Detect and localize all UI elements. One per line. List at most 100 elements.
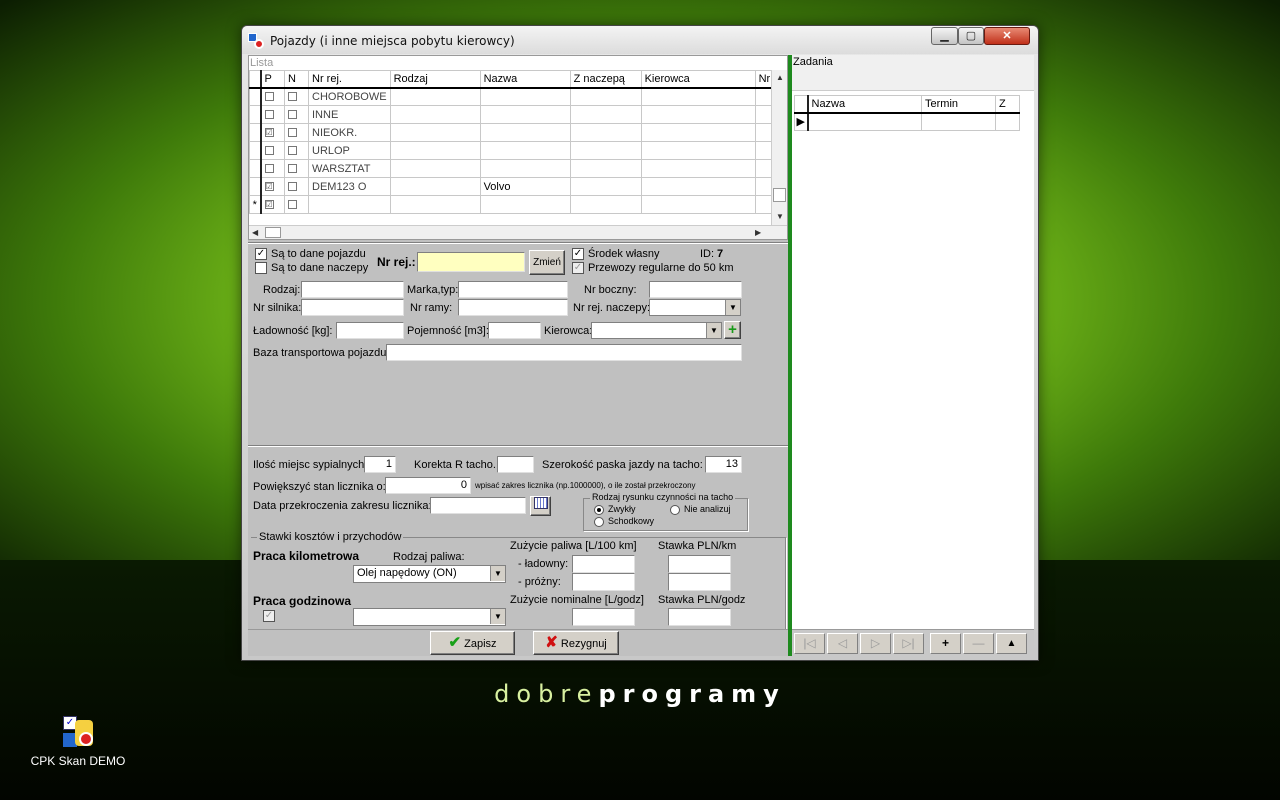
fuel-empty-input[interactable] — [572, 573, 635, 591]
nav-insert-button[interactable]: + — [930, 633, 961, 654]
row-header[interactable] — [249, 141, 262, 160]
hour-fuel-select[interactable]: ▼ — [353, 608, 506, 626]
row-checkbox-n[interactable] — [288, 182, 297, 192]
cell-nr-rej[interactable]: DEM123 O — [308, 177, 391, 196]
nav-prev-button[interactable]: ◁ — [827, 633, 858, 654]
cell-nr-rej[interactable]: CHOROBOWE — [308, 87, 391, 106]
col-header-z-naczepa[interactable]: Z naczepą — [569, 70, 642, 89]
cell-z-naczepa[interactable] — [569, 87, 642, 106]
cell-nazwa[interactable] — [479, 159, 571, 178]
cell-kierowca[interactable] — [640, 87, 756, 106]
cell-nazwa[interactable] — [479, 105, 571, 124]
cell-nr-rej[interactable]: URLOP — [308, 141, 391, 160]
save-button[interactable]: ✔ Zapisz — [430, 631, 515, 655]
scroll-thumb[interactable] — [773, 188, 786, 202]
chevron-down-icon[interactable]: ▼ — [706, 323, 721, 338]
row-checkbox-n[interactable] — [288, 164, 297, 174]
radio-schodkowy[interactable] — [594, 517, 604, 527]
chevron-down-icon[interactable]: ▼ — [725, 300, 740, 315]
scroll-left-icon[interactable]: ◀ — [252, 228, 258, 237]
regular-transport-checkbox[interactable]: ✓ — [572, 262, 584, 274]
cell-rodzaj[interactable] — [389, 105, 481, 124]
range-date-input[interactable] — [430, 497, 526, 514]
col-header-task-name[interactable]: Nazwa — [807, 95, 922, 114]
row-header[interactable] — [249, 177, 262, 196]
beds-input[interactable]: 1 — [364, 456, 396, 473]
cell-z-naczepa[interactable] — [569, 123, 642, 142]
driver-select[interactable]: ▼ — [591, 322, 722, 339]
cell-nazwa[interactable]: Volvo — [479, 177, 571, 196]
row-checkbox-n[interactable] — [288, 92, 297, 102]
row-checkbox-p[interactable]: ☑ — [264, 182, 274, 192]
pojemnosc-input[interactable] — [488, 322, 541, 339]
change-button[interactable]: Zmień — [529, 250, 565, 275]
fuel-loaded-input[interactable] — [572, 555, 635, 573]
cell-rodzaj[interactable] — [389, 159, 481, 178]
rate-loaded-input[interactable] — [668, 555, 731, 573]
col-header-nr-rej[interactable]: Nr rej. — [308, 70, 391, 89]
chevron-down-icon[interactable]: ▼ — [490, 566, 505, 581]
cell-rodzaj[interactable] — [389, 177, 481, 196]
cell-kierowca[interactable] — [640, 159, 756, 178]
scroll-right-icon[interactable]: ▶ — [755, 228, 761, 237]
cell-task-name[interactable] — [807, 112, 922, 131]
cancel-button[interactable]: ✘ Rezygnuj — [533, 631, 619, 655]
nav-last-button[interactable]: ▷| — [893, 633, 924, 654]
row-header[interactable] — [249, 123, 262, 142]
nr-boczny-input[interactable] — [649, 281, 742, 298]
nav-delete-button[interactable]: — — [963, 633, 994, 654]
cell-kierowca[interactable] — [640, 123, 756, 142]
maximize-button[interactable]: ▢ — [958, 27, 984, 45]
correction-input[interactable] — [497, 456, 534, 473]
cell-z-naczepa[interactable] — [569, 195, 642, 214]
rodzaj-input[interactable] — [301, 281, 404, 298]
row-header[interactable] — [249, 105, 262, 124]
radio-nie-analizuj[interactable] — [670, 505, 680, 515]
table-row[interactable]: ☑ NIEOKR. — [249, 123, 775, 142]
table-row[interactable]: CHOROBOWE — [249, 87, 775, 106]
row-checkbox-p[interactable] — [264, 146, 274, 156]
cell-kierowca[interactable] — [640, 105, 756, 124]
row-checkbox-p[interactable] — [264, 164, 274, 174]
cell-nazwa[interactable] — [479, 141, 571, 160]
nr-rej-input[interactable] — [417, 252, 525, 272]
baza-input[interactable] — [386, 344, 742, 361]
cell-task-due[interactable] — [921, 112, 996, 131]
rate-empty-input[interactable] — [668, 573, 731, 591]
nominal-usage-input[interactable] — [572, 608, 635, 626]
add-driver-button[interactable]: + — [724, 321, 741, 339]
cell-nr-rej[interactable]: NIEOKR. — [308, 123, 391, 142]
nav-first-button[interactable]: |◁ — [794, 633, 825, 654]
table-row[interactable]: URLOP — [249, 141, 775, 160]
cell-nr-rej[interactable] — [308, 195, 391, 214]
scroll-down-icon[interactable]: ▼ — [776, 212, 784, 221]
cell-rodzaj[interactable] — [389, 141, 481, 160]
trailer-select[interactable]: ▼ — [649, 299, 741, 316]
nav-next-button[interactable]: ▷ — [860, 633, 891, 654]
cell-nazwa[interactable] — [479, 195, 571, 214]
table-row-new[interactable]: * ☑ — [249, 195, 775, 214]
title-bar[interactable]: Pojazdy (i inne miejsca pobytu kierowcy)… — [242, 26, 1038, 54]
cell-kierowca[interactable] — [640, 177, 756, 196]
horizontal-scrollbar[interactable]: ◀ ▶ — [249, 225, 787, 239]
row-checkbox-n[interactable] — [288, 128, 297, 138]
cell-nazwa[interactable] — [479, 123, 571, 142]
fuel-type-select[interactable]: Olej napędowy (ON) ▼ — [353, 565, 506, 583]
h-scroll-thumb[interactable] — [265, 227, 281, 238]
row-checkbox-n[interactable] — [288, 110, 297, 120]
own-asset-checkbox[interactable]: ✓ — [572, 248, 584, 260]
row-checkbox-p[interactable] — [264, 92, 274, 102]
nr-ramy-input[interactable] — [458, 299, 568, 316]
col-header-rodzaj[interactable]: Rodzaj — [389, 70, 481, 89]
cell-rodzaj[interactable] — [389, 195, 481, 214]
cell-z-naczepa[interactable] — [569, 105, 642, 124]
row-header[interactable] — [249, 87, 262, 106]
row-header[interactable] — [249, 159, 262, 178]
nr-silnika-input[interactable] — [301, 299, 404, 316]
table-row[interactable]: ▶ — [794, 112, 1020, 131]
vertical-scrollbar[interactable]: ▲ ▼ — [771, 70, 787, 227]
cell-task-z[interactable] — [995, 112, 1020, 131]
col-header-task-due[interactable]: Termin — [921, 95, 996, 114]
cell-nr-rej[interactable]: WARSZTAT — [308, 159, 391, 178]
col-header-task-z[interactable]: Z — [995, 95, 1020, 114]
